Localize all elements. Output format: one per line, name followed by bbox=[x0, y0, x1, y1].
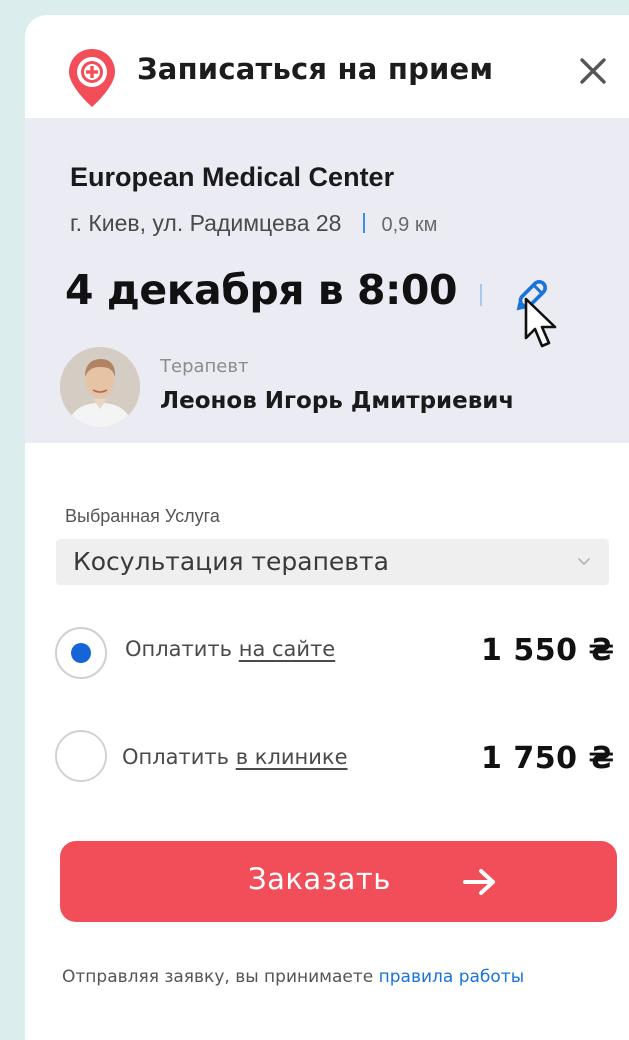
pay-online-radio[interactable] bbox=[55, 627, 107, 679]
arrow-right-icon bbox=[463, 869, 495, 895]
terms-notice: Отправляя заявку, вы принимаете правила … bbox=[62, 967, 524, 987]
pay-online-price: 1 550 ₴ bbox=[481, 633, 615, 668]
order-button[interactable]: Заказать bbox=[60, 841, 617, 922]
map-pin-plus-icon bbox=[69, 49, 115, 107]
mouse-pointer-icon bbox=[524, 297, 557, 348]
appointment-datetime: 4 декабря в 8:00 bbox=[65, 266, 458, 314]
pay-clinic-link[interactable]: в клинике bbox=[236, 745, 348, 769]
radio-selected-dot bbox=[71, 643, 91, 663]
doctor-photo-icon bbox=[60, 347, 140, 427]
order-button-label: Заказать bbox=[248, 862, 391, 896]
service-select[interactable]: Косультация терапевта bbox=[56, 539, 609, 585]
clinic-address-row: г. Киев, ул. Радимцева 28 0,9 км bbox=[70, 210, 437, 237]
doctor-name: Леонов Игорь Дмитриевич bbox=[160, 388, 515, 414]
clinic-name: European Medical Center bbox=[70, 162, 395, 192]
pay-clinic-radio[interactable] bbox=[55, 730, 107, 782]
close-icon[interactable] bbox=[577, 55, 609, 87]
pay-online-label: Оплатить на сайте bbox=[125, 637, 335, 661]
booking-modal: Записаться на прием European Medical Cen… bbox=[25, 15, 629, 1040]
appointment-summary: European Medical Center г. Киев, ул. Рад… bbox=[25, 118, 629, 443]
clinic-address: г. Киев, ул. Радимцева 28 bbox=[70, 210, 342, 236]
terms-text: Отправляя заявку, вы принимаете bbox=[62, 967, 374, 987]
pay-clinic-prefix: Оплатить bbox=[122, 745, 230, 769]
avatar bbox=[60, 347, 140, 427]
pay-clinic-label: Оплатить в клинике bbox=[122, 745, 348, 769]
modal-header: Записаться на прием bbox=[25, 15, 629, 118]
divider bbox=[363, 213, 366, 233]
service-selected-value: Косультация терапевта bbox=[73, 547, 389, 576]
pay-online-prefix: Оплатить bbox=[125, 637, 233, 661]
chevron-down-icon bbox=[578, 558, 590, 566]
doctor-specialty: Терапевт bbox=[160, 356, 249, 377]
divider bbox=[480, 284, 482, 306]
terms-link[interactable]: правила работы bbox=[379, 967, 525, 987]
pay-online-link[interactable]: на сайте bbox=[239, 637, 336, 661]
pay-clinic-price: 1 750 ₴ bbox=[481, 741, 615, 776]
modal-title: Записаться на прием bbox=[137, 52, 494, 86]
service-label: Выбранная Услуга bbox=[65, 506, 220, 526]
clinic-distance: 0,9 км bbox=[381, 214, 438, 236]
